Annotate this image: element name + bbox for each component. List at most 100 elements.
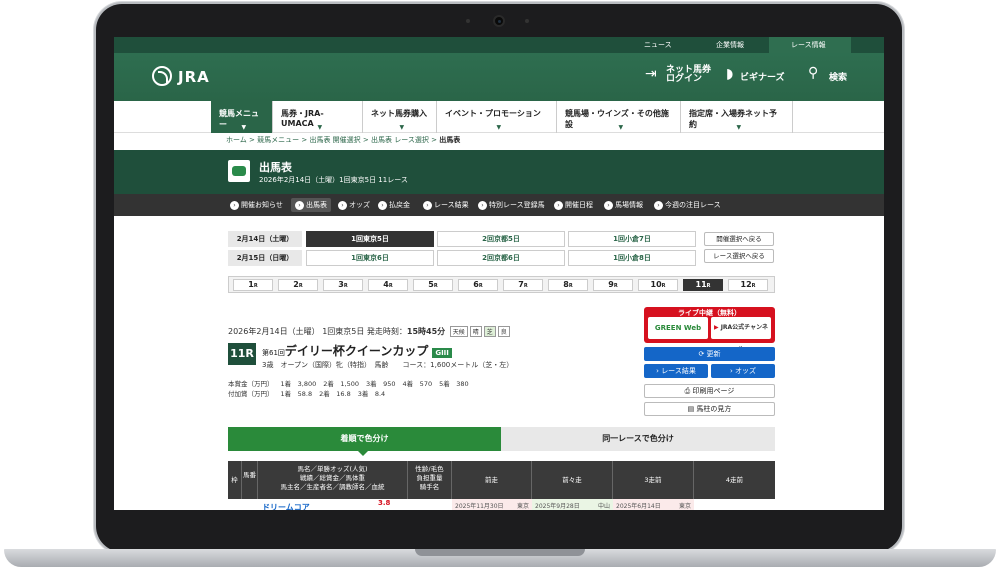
subnav-label: レース結果 xyxy=(434,201,469,209)
subnav-odds[interactable]: › オッズ xyxy=(338,200,370,210)
chevron-down-icon: ▼ xyxy=(399,124,405,131)
venue-button[interactable]: 2回京都5日 xyxy=(437,231,565,247)
main-nav: 競馬メニュー ▼ 馬券・JRA-UMACA ▼ ネット馬券購入 ▼ イベント・プロモー… xyxy=(114,101,884,133)
subnav-label: 今週の注目レース xyxy=(665,201,721,209)
search-icon[interactable]: ⚲ xyxy=(808,65,818,81)
th-sex: 性齢/毛色 負担重量 騎手名 xyxy=(408,461,452,499)
race-button[interactable]: 5R xyxy=(413,279,453,291)
login-icon[interactable]: ⇥ xyxy=(645,66,657,82)
net-bet-login-link[interactable]: ネット馬券 ログイン xyxy=(666,66,711,84)
nav-item-net-bet[interactable]: ネット馬券購入 ▼ xyxy=(363,101,437,133)
condition-value: 良 xyxy=(497,326,510,337)
race-unit: R xyxy=(388,283,393,289)
subnav-schedule[interactable]: › 開催日程 xyxy=(554,200,593,210)
race-result-button[interactable]: › レース結果 xyxy=(644,364,708,378)
green-web-button[interactable]: GREEN Web xyxy=(648,317,708,339)
race-button[interactable]: 3R xyxy=(323,279,363,291)
venue-button[interactable]: 1回小倉7日 xyxy=(568,231,696,247)
jra-logo-text[interactable]: JRA xyxy=(178,68,210,86)
subnav-featured[interactable]: › 今週の注目レース xyxy=(654,200,721,210)
race-button[interactable]: 2R xyxy=(278,279,318,291)
odds-label: オッズ xyxy=(735,367,757,375)
tab-color-same-race[interactable]: 同一レースで色分け xyxy=(501,427,775,451)
race-num: 10 xyxy=(650,280,662,289)
subnav-notice[interactable]: › 開催お知らせ xyxy=(230,200,283,210)
prize-label: 付加賞（万円） xyxy=(228,390,274,398)
day-label: 2月14日（土曜） xyxy=(228,231,302,247)
nav-item-event[interactable]: イベント・プロモーション ▼ xyxy=(437,101,557,133)
race-button-active[interactable]: 11R xyxy=(683,279,723,291)
race-button[interactable]: 6R xyxy=(458,279,498,291)
breadcrumb-keiba-menu[interactable]: 競馬メニュー xyxy=(257,136,299,144)
venue-button[interactable]: 2回京都6日 xyxy=(437,250,565,266)
chevron-down-icon: ▼ xyxy=(317,124,323,131)
horse-name-link[interactable]: ドリームコア xyxy=(262,502,310,510)
top-link-race-info[interactable]: レース情報 xyxy=(791,40,826,50)
race-button[interactable]: 12R xyxy=(728,279,768,291)
race-button[interactable]: 9R xyxy=(593,279,633,291)
prize-table: 本賞金（万円） 1着 3,800 2着 1,500 3着 950 4着 570 5着 38… xyxy=(228,379,476,399)
nav-label: 競馬メニュー xyxy=(219,109,259,129)
breadcrumb-race-select[interactable]: 出馬表 レース選択 xyxy=(371,136,429,144)
youtube-button[interactable]: ▶ JRA公式チャンネル xyxy=(711,317,771,353)
subnav-track[interactable]: › 馬場情報 xyxy=(604,200,643,210)
nav-item-baken[interactable]: 馬券・JRA-UMACA ▼ xyxy=(273,101,363,133)
back-to-meeting-button[interactable]: 開催選択へ戻る xyxy=(704,232,774,246)
race-button[interactable]: 7R xyxy=(503,279,543,291)
grade-badge: GIII xyxy=(432,348,452,358)
prize-value: 3着 8.4 xyxy=(357,390,386,398)
breadcrumb-home[interactable]: ホーム xyxy=(226,136,247,144)
race-button[interactable]: 8R xyxy=(548,279,588,291)
arrow-icon: › xyxy=(654,201,663,210)
start-time: 15時45分 xyxy=(406,327,446,336)
th-line: 負担重量 xyxy=(416,474,443,482)
prev-race-cell[interactable]: 2025年9月28日 中山 xyxy=(532,499,613,510)
th-line: 馬主名／生産者名／調教師名／血統 xyxy=(280,483,385,491)
jra-logo-icon[interactable] xyxy=(152,66,172,86)
top-link-company[interactable]: 企業情報 xyxy=(716,40,744,50)
result-label: レース結果 xyxy=(661,367,696,375)
prev-race-cell[interactable]: 2025年11月30日 東京 xyxy=(452,499,532,510)
nav-label: 指定席・入場券ネット予約 xyxy=(689,109,777,129)
chevron-down-icon: ▼ xyxy=(496,124,502,131)
race-button[interactable]: 10R xyxy=(638,279,678,291)
prev-date: 2025年11月30日 xyxy=(455,503,504,510)
print-page-button[interactable]: ⎙ 印刷用ページ xyxy=(644,384,775,398)
subnav-label: 払戻金 xyxy=(389,201,410,209)
subnav-result[interactable]: › レース結果 xyxy=(423,200,469,210)
surface-label: 芝 xyxy=(483,326,496,337)
beginner-mark-icon[interactable]: ◗ xyxy=(726,66,733,82)
tab-color-by-finish[interactable]: 着順で色分け xyxy=(228,427,501,451)
venue-button[interactable]: 1回東京6日 xyxy=(306,250,434,266)
race-unit: R xyxy=(706,283,711,289)
prev-race-cell[interactable]: 2025年6月14日 東京 xyxy=(613,499,694,510)
beginners-link[interactable]: ビギナーズ xyxy=(740,70,785,83)
guide-button[interactable]: ▤ 馬柱の見方 xyxy=(644,402,775,416)
prize-value: 1着 58.8 xyxy=(280,390,313,398)
prev-venue: 東京 xyxy=(516,503,529,510)
breadcrumb-meeting-select[interactable]: 出馬表 開催選択 xyxy=(309,136,360,144)
race-button[interactable]: 4R xyxy=(368,279,408,291)
race-date-info: 2026年2月14日（土曜） 1回東京5日 発走時刻：15時45分 天候晴芝良 xyxy=(228,326,510,337)
refresh-button[interactable]: ⟳ 更新 xyxy=(644,347,775,361)
venue-button[interactable]: 1回小倉8日 xyxy=(568,250,696,266)
search-link[interactable]: 検索 xyxy=(829,70,847,83)
top-link-news[interactable]: ニュース xyxy=(644,40,672,50)
nav-item-keiba-menu[interactable]: 競馬メニュー ▼ xyxy=(211,101,273,133)
guide-label: 馬柱の見方 xyxy=(696,405,732,413)
subnav-shutuba[interactable]: › 出馬表 xyxy=(291,198,331,212)
subnav-registered[interactable]: › 特別レース登録馬 xyxy=(478,200,545,210)
odds-button[interactable]: › オッズ xyxy=(711,364,775,378)
race-button[interactable]: 1R xyxy=(233,279,273,291)
print-icon: ⎙ xyxy=(684,387,691,395)
venue-button[interactable]: 1回東京5日 xyxy=(306,231,434,247)
arrow-icon: › xyxy=(295,201,304,210)
race-unit: R xyxy=(433,283,438,289)
browser-screen: ニュース 企業情報 レース情報 JRA ⇥ ネット馬券 ログイン ◗ ビギナーズ… xyxy=(114,37,884,510)
nav-item-facilities[interactable]: 競馬場・ウインズ・その他施設 ▼ xyxy=(557,101,681,133)
nav-item-reserved-seat[interactable]: 指定席・入場券ネット予約 ▼ xyxy=(681,101,793,133)
race-unit: R xyxy=(751,283,756,289)
prev-date: 2025年9月28日 xyxy=(535,503,580,510)
subnav-payout[interactable]: › 払戻金 xyxy=(378,200,410,210)
back-to-race-button[interactable]: レース選択へ戻る xyxy=(704,249,774,263)
